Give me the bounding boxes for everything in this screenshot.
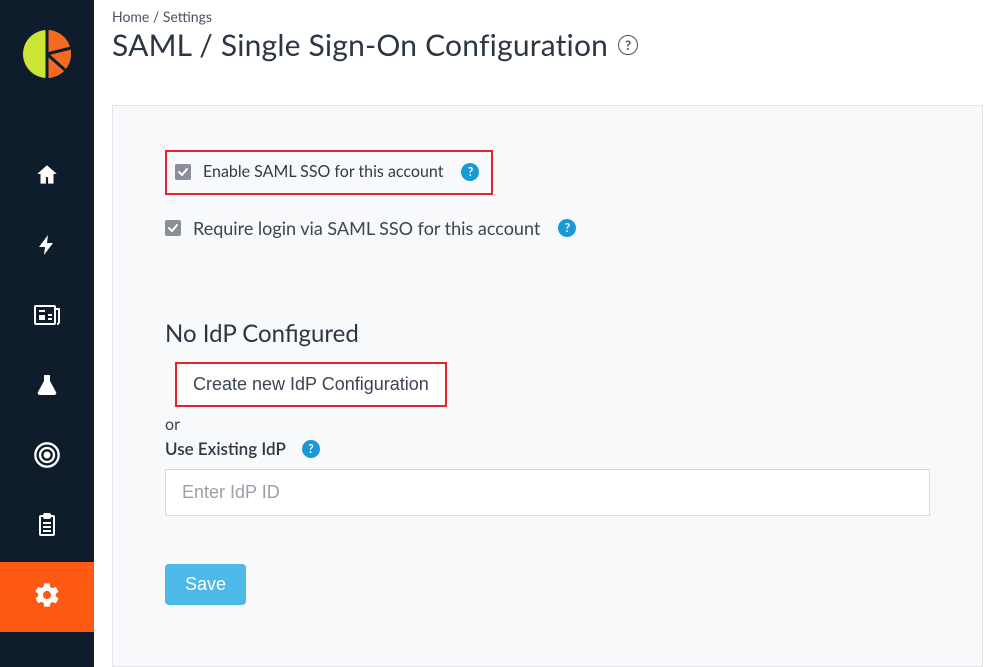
nav-goals[interactable]: [0, 422, 94, 492]
nav-clipboard[interactable]: [0, 492, 94, 562]
use-existing-label: Use Existing IdP: [165, 438, 286, 459]
home-icon: [34, 162, 60, 192]
breadcrumb: Home / Settings: [112, 8, 983, 25]
save-button[interactable]: Save: [165, 564, 246, 605]
use-existing-row: Use Existing IdP ?: [165, 438, 930, 459]
enable-saml-row: Enable SAML SSO for this account ?: [165, 150, 493, 195]
enable-saml-checkbox[interactable]: [175, 164, 191, 180]
clipboard-icon: [35, 510, 59, 544]
nav-experiments[interactable]: [0, 352, 94, 422]
help-icon[interactable]: ?: [618, 35, 638, 55]
sidebar: [0, 0, 94, 667]
breadcrumb-settings[interactable]: Settings: [163, 8, 212, 25]
help-icon[interactable]: ?: [558, 219, 576, 237]
or-text: or: [165, 415, 930, 434]
page-title: SAML / Single Sign-On Configuration: [112, 27, 608, 63]
require-saml-checkbox[interactable]: [165, 220, 181, 236]
page-title-row: SAML / Single Sign-On Configuration ?: [112, 27, 983, 63]
nav-home[interactable]: [0, 142, 94, 212]
idp-id-input[interactable]: [165, 469, 930, 516]
require-saml-label: Require login via SAML SSO for this acco…: [193, 217, 540, 239]
nav-activity[interactable]: [0, 212, 94, 282]
gear-icon: [33, 581, 61, 613]
help-icon[interactable]: ?: [461, 163, 479, 181]
breadcrumb-sep: /: [153, 8, 163, 25]
breadcrumb-home[interactable]: Home: [112, 8, 149, 25]
require-saml-row: Require login via SAML SSO for this acco…: [165, 217, 930, 239]
nav-reports[interactable]: [0, 282, 94, 352]
main-content: Home / Settings SAML / Single Sign-On Co…: [94, 0, 998, 667]
help-icon[interactable]: ?: [302, 440, 320, 458]
news-icon: [33, 303, 61, 331]
flask-icon: [35, 371, 59, 403]
settings-card: Enable SAML SSO for this account ? Requi…: [112, 105, 983, 667]
bolt-icon: [35, 231, 59, 263]
brand-logo: [21, 28, 73, 84]
enable-saml-label: Enable SAML SSO for this account: [203, 162, 443, 181]
target-icon: [33, 441, 61, 473]
nav-settings[interactable]: [0, 562, 94, 632]
create-idp-button[interactable]: Create new IdP Configuration: [175, 362, 447, 407]
idp-heading: No IdP Configured: [165, 319, 930, 348]
